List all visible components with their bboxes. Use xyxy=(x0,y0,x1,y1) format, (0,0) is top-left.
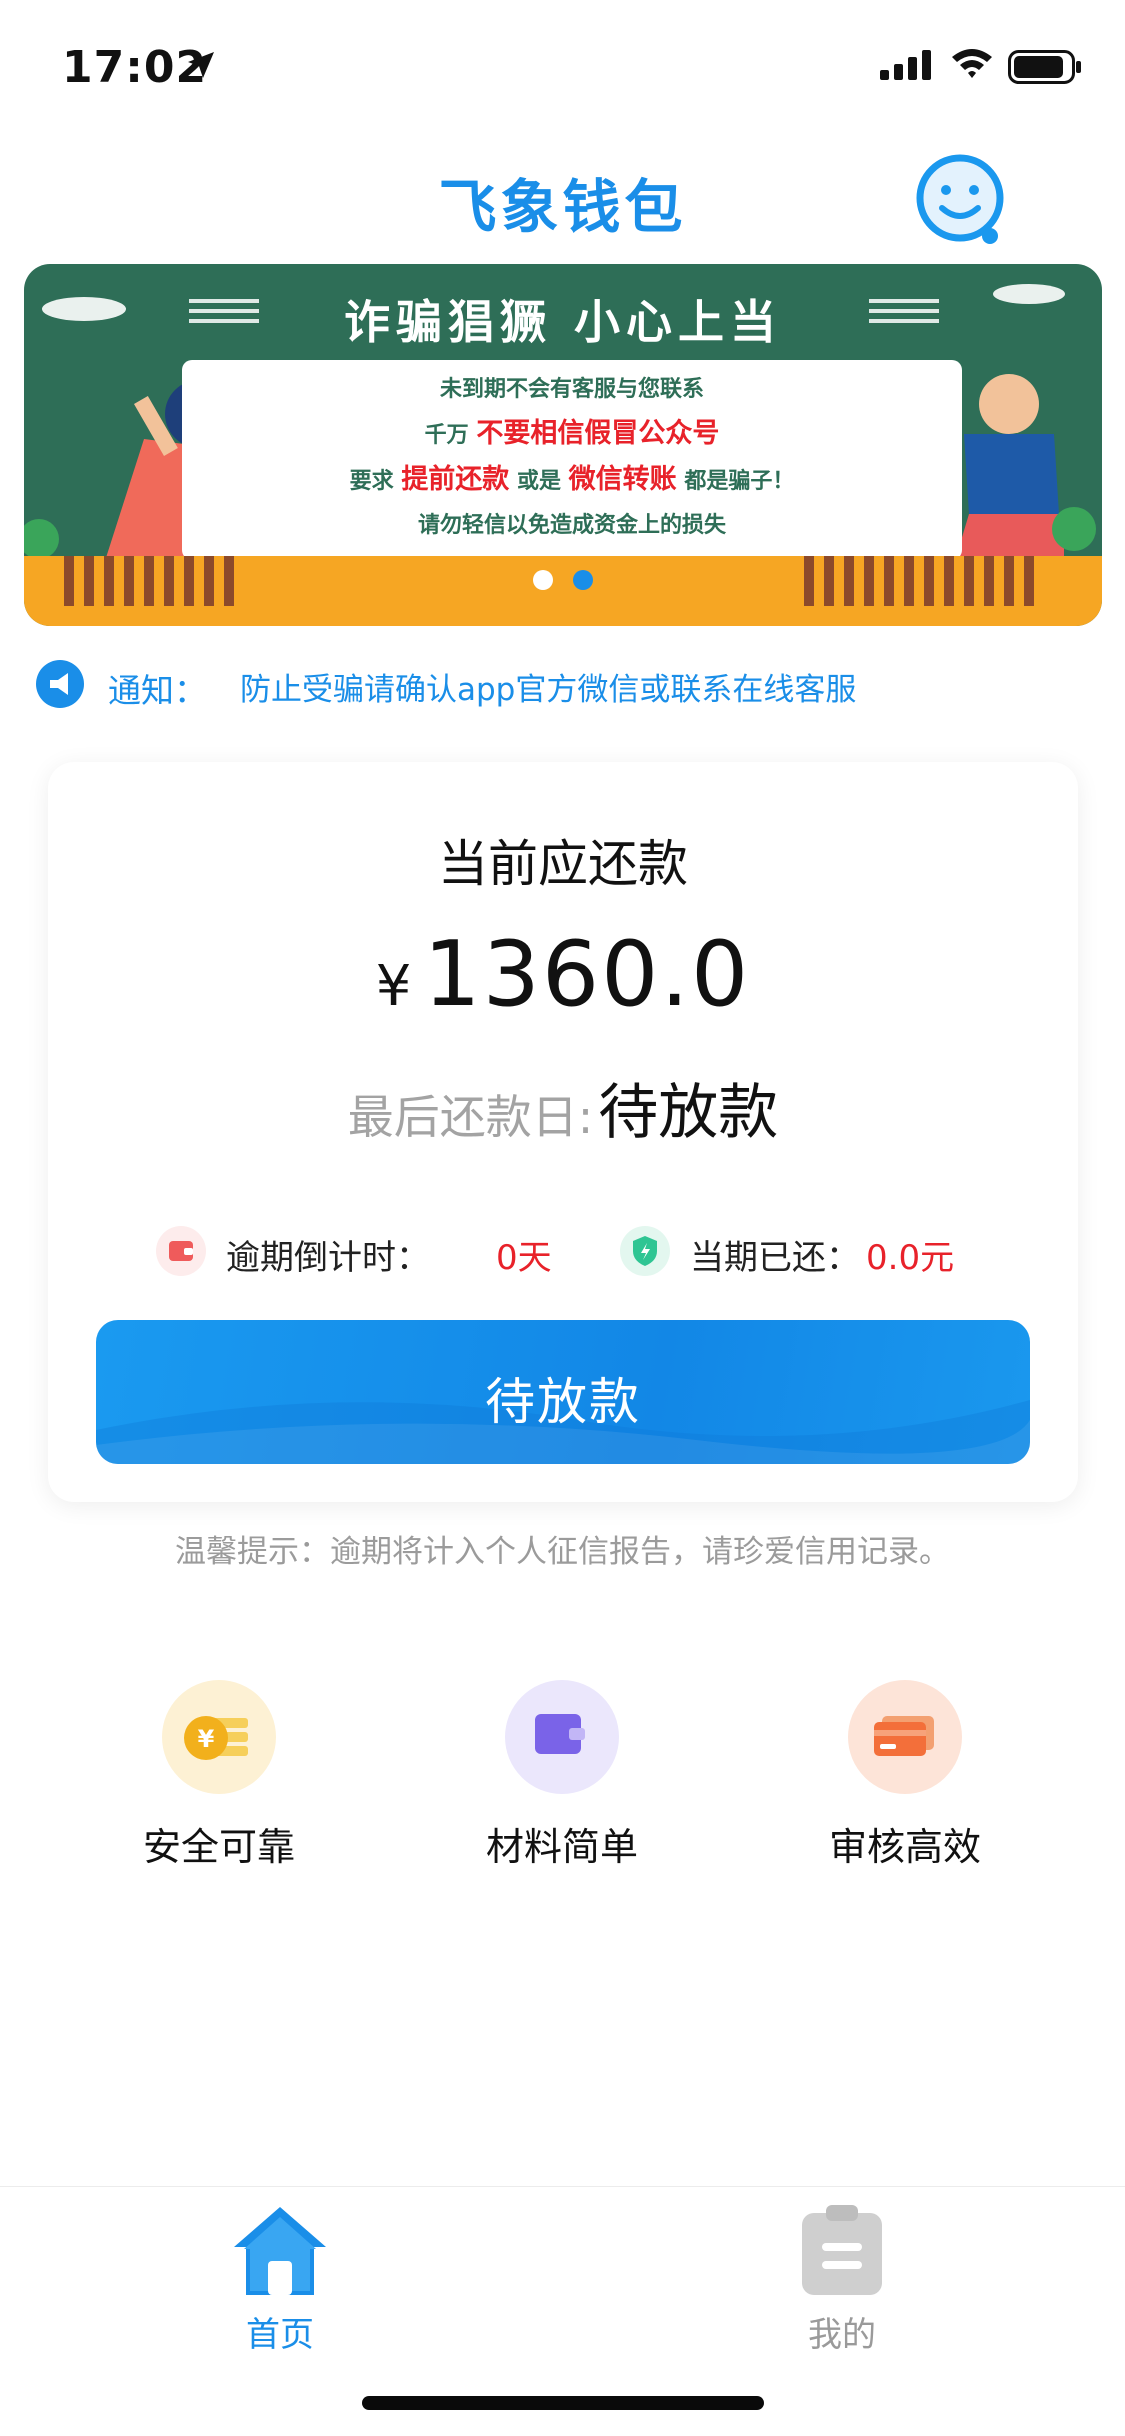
credit-tip: 温馨提示：逾期将计入个人征信报告，请珍爱信用记录。 xyxy=(175,1534,950,1570)
banner-line-3-b: 提前还款 xyxy=(401,464,510,495)
wifi-icon xyxy=(952,49,992,78)
banner-line-3-c: 或是 xyxy=(516,469,561,494)
banner-line-3-a: 要求 xyxy=(349,469,394,494)
battery-icon xyxy=(1008,50,1081,84)
due-date-label: 最后还款日: xyxy=(347,1090,594,1144)
paid-label: 当期已还： xyxy=(690,1238,860,1278)
home-indicator[interactable] xyxy=(362,2396,764,2410)
banner-warning-card: 未到期不会有客服与您联系 千万 不要相信假冒公众号 要求 提前还款 或是 微信转… xyxy=(182,360,962,560)
tab-mine-label: 我的 xyxy=(808,2315,876,2355)
feature-efficient[interactable]: 审核高效 xyxy=(795,1680,1015,1880)
pagination-dot[interactable] xyxy=(533,570,553,590)
notice-text: 防止受骗请确认app官方微信或联系在线客服 xyxy=(240,672,857,708)
status-bar: 17:02 xyxy=(0,0,1125,132)
notice-label: 通知： xyxy=(108,671,207,710)
banner-line-2: 千万 不要相信假冒公众号 xyxy=(182,412,962,458)
banner-line-2-b: 不要相信假冒公众号 xyxy=(476,418,720,449)
svg-text:¥: ¥ xyxy=(198,1725,215,1753)
feature-label: 审核高效 xyxy=(828,1825,981,1869)
due-date-value: 待放款 xyxy=(598,1078,779,1148)
due-date-row: 最后还款日: 待放款 xyxy=(48,1064,1078,1151)
repay-button-label: 待放款 xyxy=(485,1373,641,1431)
pagination-dot[interactable] xyxy=(573,570,593,590)
currency-symbol: ¥ xyxy=(375,954,412,1019)
feature-safe[interactable]: ¥ 安全可靠 xyxy=(109,1680,329,1880)
overdue-label: 逾期倒计时： xyxy=(226,1238,430,1278)
banner-line-3-e: 都是骗子！ xyxy=(684,469,795,494)
banner-line-4: 请勿轻信以免造成资金上的损失 xyxy=(417,513,726,538)
repay-button[interactable]: 待放款 xyxy=(96,1320,1030,1464)
feature-label: 安全可靠 xyxy=(142,1825,295,1869)
card-icon xyxy=(848,1680,962,1794)
banner-line-3-d: 微信转账 xyxy=(568,464,677,495)
feature-label: 材料简单 xyxy=(485,1825,638,1869)
megaphone-icon xyxy=(36,660,84,708)
repay-amount: 1360.0 xyxy=(423,922,751,1027)
red-wallet-icon xyxy=(156,1226,206,1276)
app-header: 飞象钱包 xyxy=(0,140,1125,250)
home-icon xyxy=(234,2207,326,2295)
promo-banner[interactable]: 诈骗猖獗 小心上当 未到期不会有客服与您联系 千万 不要相信假冒公众号 要求 提… xyxy=(24,264,1102,626)
location-arrow-icon xyxy=(188,52,214,78)
customer-service-button[interactable] xyxy=(912,150,1012,250)
repay-amount-row: ¥1360.0 xyxy=(48,922,1078,1027)
paid-amount: 当期已还： 0.0元 xyxy=(620,1222,1040,1282)
coin-icon: ¥ xyxy=(162,1680,276,1794)
signal-icon xyxy=(880,50,931,80)
banner-line-3: 要求 提前还款 或是 微信转账 都是骗子！ xyxy=(182,458,962,504)
banner-headline: 诈骗猖獗 小心上当 xyxy=(343,295,782,349)
repay-card: 当前应还款 ¥1360.0 最后还款日: 待放款 逾期倒计时： 0天 当期已还：… xyxy=(48,762,1078,1502)
tab-home-label: 首页 xyxy=(246,2315,314,2355)
customer-service-icon xyxy=(916,154,1004,244)
banner-line-1: 未到期不会有客服与您联系 xyxy=(439,377,704,402)
overdue-countdown: 逾期倒计时： 0天 xyxy=(156,1222,576,1282)
shield-icon xyxy=(620,1226,670,1276)
clipboard-icon xyxy=(802,2205,882,2295)
repay-card-title: 当前应还款 xyxy=(438,835,688,893)
tab-mine[interactable]: 我的 xyxy=(742,2203,942,2355)
banner-pagination xyxy=(24,570,1102,594)
paid-value: 0.0元 xyxy=(866,1238,955,1278)
feature-simple[interactable]: 材料简单 xyxy=(452,1680,672,1880)
overdue-value: 0天 xyxy=(496,1238,552,1278)
tab-home[interactable]: 首页 xyxy=(180,2203,380,2355)
wallet-icon xyxy=(505,1680,619,1794)
banner-line-2-a: 千万 xyxy=(424,423,469,448)
notice-bar[interactable]: 通知： 防止受骗请确认app官方微信或联系在线客服 xyxy=(36,660,1096,714)
